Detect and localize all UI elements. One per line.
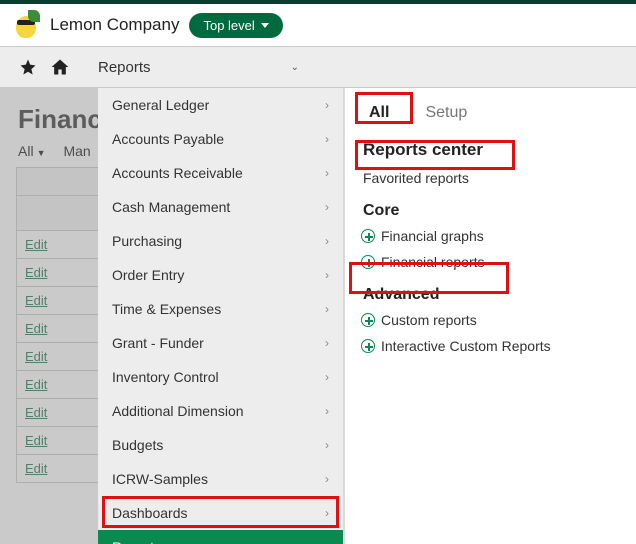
- core-heading: Core: [359, 192, 626, 224]
- submenu-item[interactable]: Dashboards ›: [98, 496, 343, 530]
- chevron-right-icon: ›: [325, 98, 329, 112]
- interactive-custom-reports-link[interactable]: Interactive Custom Reports: [359, 334, 626, 360]
- submenu-item-label: Accounts Payable: [112, 131, 224, 147]
- tab-all[interactable]: All: [363, 102, 395, 124]
- chevron-right-icon: ›: [325, 132, 329, 146]
- company-name: Lemon Company: [50, 15, 179, 35]
- chevron-down-icon: [261, 23, 269, 28]
- submenu-item-label: Order Entry: [112, 267, 184, 283]
- submenu-item-label: Accounts Receivable: [112, 165, 243, 181]
- submenu-item[interactable]: General Ledger ›: [98, 88, 343, 122]
- submenu-item-label: Purchasing: [112, 233, 182, 249]
- chevron-down-icon: ⌄: [291, 62, 299, 73]
- chevron-right-icon: ›: [325, 404, 329, 418]
- nav-dropdown-label: Reports: [98, 59, 151, 76]
- submenu-item[interactable]: Time & Expenses ›: [98, 292, 343, 326]
- chevron-right-icon: ›: [325, 302, 329, 316]
- reports-center-heading[interactable]: Reports center: [359, 136, 626, 166]
- chevron-right-icon: ›: [325, 540, 329, 544]
- submenu-item-label: Reports: [112, 539, 161, 544]
- chevron-right-icon: ›: [325, 506, 329, 520]
- submenu-item-label: Additional Dimension: [112, 403, 244, 419]
- top-level-dropdown[interactable]: Top level: [189, 13, 282, 38]
- financial-graphs-link[interactable]: Financial graphs: [359, 224, 626, 250]
- submenu-item[interactable]: Reports ›: [98, 530, 343, 544]
- favorited-reports-link[interactable]: Favorited reports: [359, 166, 626, 192]
- submenu-item[interactable]: Inventory Control ›: [98, 360, 343, 394]
- custom-reports-link[interactable]: Custom reports: [359, 308, 626, 334]
- submenu-item-label: ICRW-Samples: [112, 471, 208, 487]
- submenu-item[interactable]: Accounts Receivable ›: [98, 156, 343, 190]
- nav-submenu: General Ledger›Accounts Payable›Accounts…: [98, 88, 344, 544]
- financial-reports-link[interactable]: Financial reports: [359, 250, 626, 276]
- plus-circle-icon: [361, 229, 375, 243]
- top-level-label: Top level: [203, 18, 254, 33]
- chevron-right-icon: ›: [325, 472, 329, 486]
- tab-setup[interactable]: Setup: [419, 102, 473, 124]
- plus-circle-icon: [361, 339, 375, 353]
- submenu-item-label: Grant - Funder: [112, 335, 204, 351]
- top-bar: Lemon Company Top level: [0, 0, 636, 46]
- nav-bar: Reports ⌄: [0, 46, 636, 88]
- chevron-right-icon: ›: [325, 370, 329, 384]
- chevron-right-icon: ›: [325, 438, 329, 452]
- submenu-item[interactable]: ICRW-Samples ›: [98, 462, 343, 496]
- panel-tabs: All Setup: [359, 96, 626, 136]
- plus-circle-icon: [361, 313, 375, 327]
- submenu-item-label: Dashboards: [112, 505, 188, 521]
- submenu-item-label: Inventory Control: [112, 369, 219, 385]
- chevron-right-icon: ›: [325, 268, 329, 282]
- submenu-item[interactable]: Purchasing ›: [98, 224, 343, 258]
- submenu-item[interactable]: Order Entry ›: [98, 258, 343, 292]
- submenu-item[interactable]: Accounts Payable ›: [98, 122, 343, 156]
- submenu-item[interactable]: Additional Dimension ›: [98, 394, 343, 428]
- favorites-star-icon[interactable]: [12, 47, 44, 87]
- chevron-right-icon: ›: [325, 200, 329, 214]
- submenu-item[interactable]: Grant - Funder ›: [98, 326, 343, 360]
- submenu-item-label: General Ledger: [112, 97, 209, 113]
- page-body: Financi All▼ Man N Edit1Edit1Edit1Edit1E…: [0, 88, 636, 544]
- advanced-heading: Advanced: [359, 276, 626, 308]
- submenu-item[interactable]: Cash Management ›: [98, 190, 343, 224]
- chevron-right-icon: ›: [325, 166, 329, 180]
- chevron-right-icon: ›: [325, 336, 329, 350]
- submenu-item-label: Time & Expenses: [112, 301, 221, 317]
- chevron-right-icon: ›: [325, 234, 329, 248]
- submenu-item-label: Budgets: [112, 437, 163, 453]
- nav-reports-dropdown[interactable]: Reports ⌄: [86, 47, 311, 87]
- plus-circle-icon: [361, 255, 375, 269]
- reports-panel: All Setup Reports center Favorited repor…: [344, 88, 636, 544]
- submenu-item[interactable]: Budgets ›: [98, 428, 343, 462]
- submenu-item-label: Cash Management: [112, 199, 230, 215]
- company-logo: [10, 10, 40, 40]
- home-icon[interactable]: [44, 47, 76, 87]
